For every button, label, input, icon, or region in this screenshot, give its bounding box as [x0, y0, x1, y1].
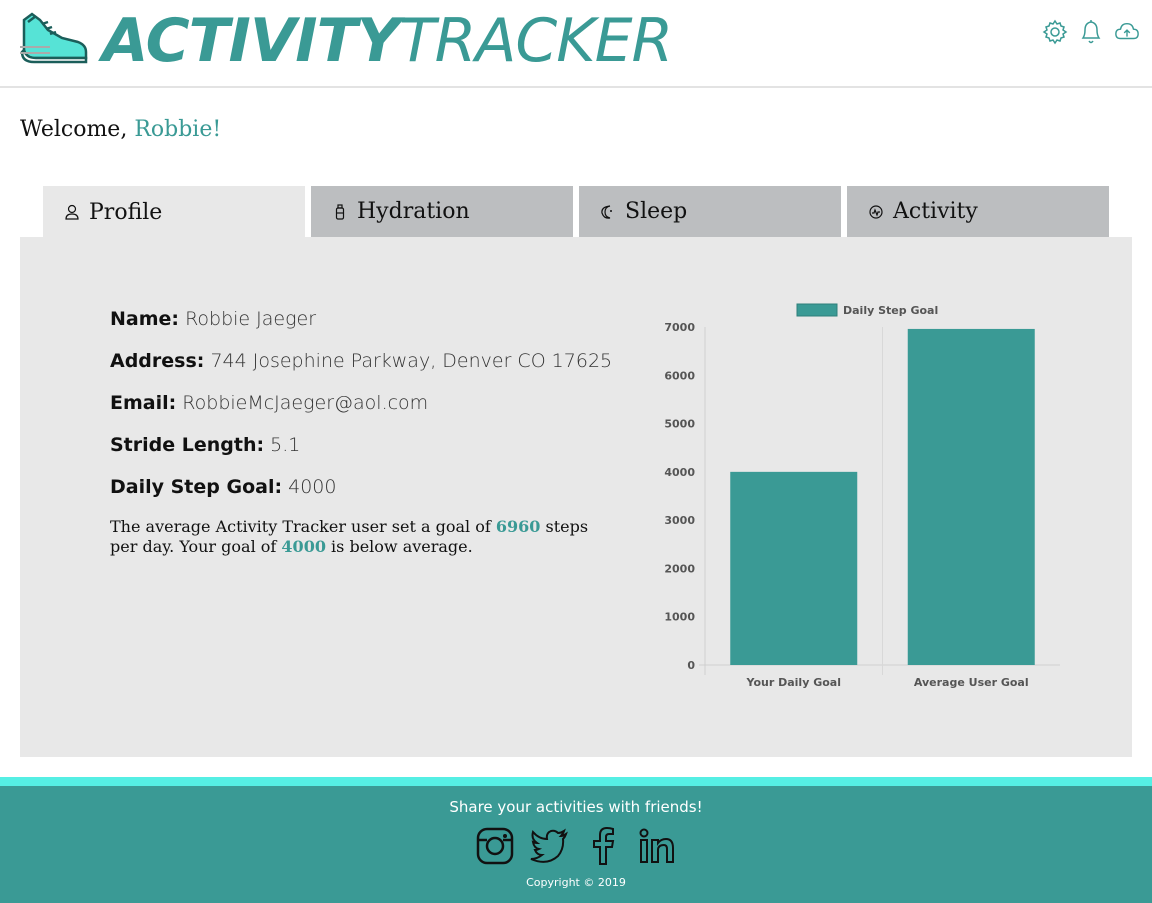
y-tick-label: 3000: [664, 514, 695, 527]
tab-sleep-label: Sleep: [625, 199, 688, 224]
social-links: [0, 826, 1152, 866]
user-icon: [65, 204, 79, 220]
note-part-a: The average Activity Tracker user set a …: [110, 517, 496, 536]
y-tick-label: 5000: [664, 418, 695, 431]
y-tick-label: 4000: [664, 466, 695, 479]
y-tick-label: 1000: [664, 611, 695, 624]
tab-hydration[interactable]: Hydration: [311, 186, 573, 237]
address-row: Address: 744 Josephine Parkway, Denver C…: [110, 349, 613, 373]
brand-light: TRACKER: [399, 6, 673, 76]
step-goal-label: Daily Step Goal:: [110, 476, 283, 498]
profile-panel: Name: Robbie Jaeger Address: 744 Josephi…: [20, 237, 1132, 757]
email-label: Email:: [110, 392, 177, 414]
footer: Share your activities with friends! Copy…: [0, 786, 1152, 903]
menu-icon[interactable]: [20, 46, 50, 62]
step-goal-value: 4000: [288, 476, 337, 498]
email-value: RobbieMcJaeger@aol.com: [182, 392, 429, 414]
brand-bold: ACTIVITY: [102, 6, 400, 76]
legend-label: Daily Step Goal: [843, 304, 938, 317]
email-row: Email: RobbieMcJaeger@aol.com: [110, 391, 610, 415]
activity-icon: [869, 204, 883, 219]
note-part-c: is below average.: [325, 537, 473, 556]
welcome-prefix: Welcome,: [20, 117, 135, 142]
header-actions: [1042, 18, 1140, 46]
y-tick-label: 6000: [664, 369, 695, 382]
address-label: Address:: [110, 350, 205, 372]
y-tick-label: 7000: [664, 321, 695, 334]
stride-label: Stride Length:: [110, 434, 265, 456]
tab-hydration-label: Hydration: [357, 199, 470, 224]
goal-comparison-note: The average Activity Tracker user set a …: [110, 517, 610, 557]
y-tick-label: 2000: [664, 562, 695, 575]
linkedin-icon[interactable]: [637, 826, 677, 866]
y-tick-label: 0: [687, 659, 695, 672]
bar: [730, 471, 858, 665]
tab-bar: Profile Hydration Sleep Activity: [43, 186, 1109, 238]
stride-row: Stride Length: 5.1: [110, 433, 610, 457]
footer-accent-strip: [0, 777, 1152, 786]
bottle-icon: [333, 203, 347, 220]
bell-icon[interactable]: [1078, 18, 1104, 46]
copyright-text: Copyright © 2019: [526, 876, 626, 889]
twitter-icon[interactable]: [529, 826, 569, 866]
name-label: Name:: [110, 308, 180, 330]
user-goal-value: 4000: [281, 537, 326, 556]
cloud-upload-icon[interactable]: [1114, 18, 1140, 46]
instagram-icon[interactable]: [475, 826, 515, 866]
legend-swatch: [796, 303, 838, 317]
app-header: ACTIVITYTRACKER: [0, 0, 1152, 88]
tab-activity-label: Activity: [893, 199, 978, 224]
bar: [907, 328, 1035, 665]
tab-sleep[interactable]: Sleep: [579, 186, 841, 237]
welcome-name: Robbie!: [134, 117, 222, 142]
stride-value: 5.1: [270, 434, 301, 456]
name-value: Robbie Jaeger: [185, 308, 317, 330]
facebook-icon[interactable]: [583, 826, 623, 866]
welcome-message: Welcome, Robbie!: [20, 117, 221, 142]
name-row: Name: Robbie Jaeger: [110, 307, 610, 331]
step-goal-row: Daily Step Goal: 4000: [110, 475, 610, 499]
tab-profile[interactable]: Profile: [43, 186, 305, 238]
tab-activity[interactable]: Activity: [847, 186, 1109, 237]
moon-icon: [601, 204, 615, 219]
gear-icon[interactable]: [1042, 18, 1068, 46]
profile-info: Name: Robbie Jaeger Address: 744 Josephi…: [110, 307, 613, 557]
step-goal-chart: Daily Step Goal 0 1000 2000 3000 4000 5000 6000…: [664, 303, 1060, 689]
share-text: Share your activities with friends!: [449, 798, 703, 816]
tab-profile-label: Profile: [89, 199, 163, 225]
x-tick-label: Average User Goal: [914, 676, 1029, 689]
app-title: ACTIVITYTRACKER: [102, 6, 673, 76]
address-value: 744 Josephine Parkway, Denver CO 17625: [210, 350, 613, 372]
average-goal-value: 6960: [495, 517, 541, 536]
x-tick-label: Your Daily Goal: [746, 676, 841, 689]
